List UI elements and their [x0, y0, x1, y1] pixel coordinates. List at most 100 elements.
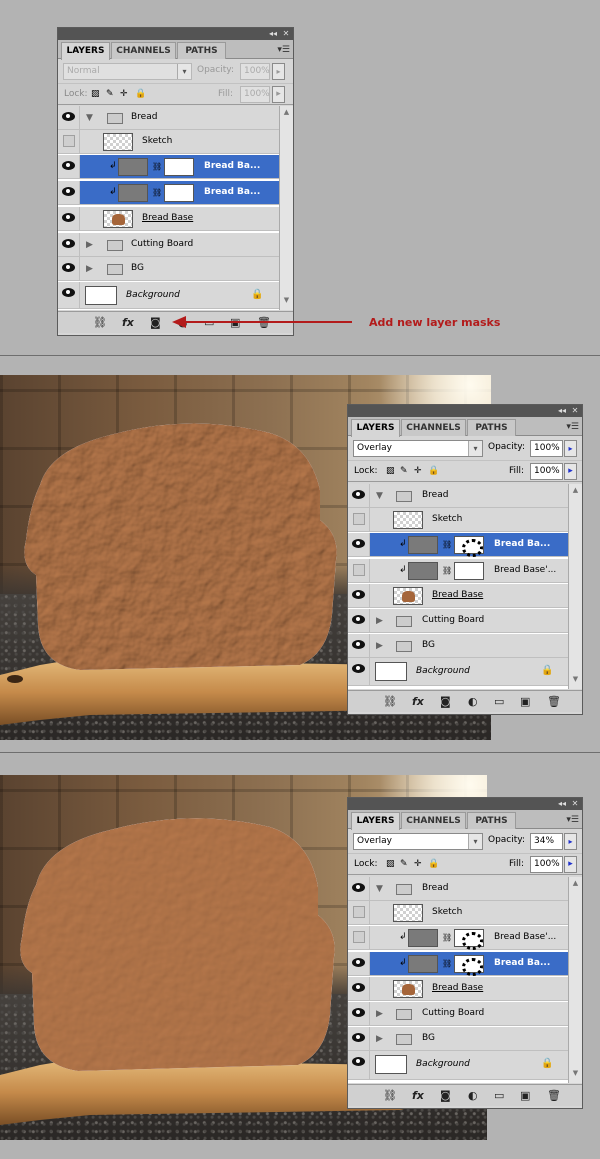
visibility-toggle[interactable]: [58, 130, 80, 153]
scrollbar[interactable]: ▲ ▼: [568, 877, 582, 1083]
visibility-toggle[interactable]: [58, 155, 80, 178]
chain-link-icon[interactable]: ⛓: [152, 162, 162, 171]
visibility-toggle[interactable]: [348, 1051, 370, 1079]
layer-row-selected[interactable]: ↲ ⛓ Bread Ba...: [58, 181, 279, 205]
layer-row[interactable]: Background 🔒: [58, 282, 279, 309]
trash-icon[interactable]: 🗑: [257, 316, 271, 329]
visibility-toggle[interactable]: [348, 609, 370, 632]
fx-icon[interactable]: fx: [122, 316, 134, 329]
expand-triangle-icon[interactable]: ▶: [376, 641, 383, 651]
fill-slider-button[interactable]: ▸: [564, 463, 577, 480]
lock-all-icon[interactable]: 🔒: [428, 859, 439, 869]
layer-row[interactable]: ▶ Cutting Board: [58, 233, 279, 257]
layer-mask-thumbnail[interactable]: [454, 955, 484, 976]
chain-link-icon[interactable]: ⛓: [442, 566, 452, 575]
close-icon[interactable]: ✕: [569, 405, 581, 417]
expand-triangle-icon[interactable]: ▶: [86, 264, 93, 274]
fill-field[interactable]: 100%: [530, 856, 563, 873]
expand-triangle-icon[interactable]: ▼: [376, 884, 383, 894]
visibility-toggle[interactable]: [348, 1027, 370, 1050]
fill-field[interactable]: 100%: [530, 463, 563, 480]
lock-move-icon[interactable]: ✛: [414, 466, 422, 476]
visibility-toggle[interactable]: [348, 977, 370, 1000]
folder-icon[interactable]: ▭: [494, 695, 504, 708]
layer-row[interactable]: Sketch: [348, 508, 568, 532]
fill-slider-button[interactable]: ▸: [272, 86, 285, 103]
expand-triangle-icon[interactable]: ▶: [86, 240, 93, 250]
opacity-slider-button[interactable]: ▸: [564, 833, 577, 850]
layer-row[interactable]: ▼ Bread: [348, 877, 568, 901]
opacity-slider-button[interactable]: ▸: [564, 440, 577, 457]
lock-move-icon[interactable]: ✛: [120, 89, 128, 99]
close-icon[interactable]: ✕: [569, 798, 581, 810]
layer-row[interactable]: ↲ ⛓ Bread Base'...: [348, 926, 568, 950]
layer-row[interactable]: ▶ BG: [58, 257, 279, 281]
visibility-toggle[interactable]: [348, 926, 370, 949]
trash-icon[interactable]: 🗑: [547, 695, 561, 708]
panel-menu-icon[interactable]: ▾☰: [566, 422, 579, 432]
visibility-toggle[interactable]: [348, 877, 370, 900]
scrollbar[interactable]: ▲ ▼: [279, 106, 293, 310]
scroll-up-icon[interactable]: ▲: [281, 108, 292, 120]
new-layer-icon[interactable]: ▣: [520, 695, 530, 708]
layer-row[interactable]: ▶ BG: [348, 1027, 568, 1051]
chain-link-icon[interactable]: ⛓: [442, 933, 452, 942]
layer-mask-thumbnail[interactable]: [164, 158, 194, 176]
visibility-toggle[interactable]: [348, 584, 370, 607]
layer-row[interactable]: Sketch: [348, 901, 568, 925]
expand-triangle-icon[interactable]: ▶: [376, 1009, 383, 1019]
layer-row[interactable]: ▼ Bread: [348, 484, 568, 508]
lock-transparent-icon[interactable]: ▨: [91, 89, 100, 99]
visibility-toggle[interactable]: [348, 634, 370, 657]
layer-row-selected[interactable]: ↲ ⛓ Bread Ba...: [348, 952, 568, 976]
folder-icon[interactable]: ▭: [494, 1089, 504, 1102]
visibility-toggle[interactable]: [348, 508, 370, 531]
fx-icon[interactable]: fx: [412, 695, 424, 708]
tab-channels[interactable]: CHANNELS: [401, 419, 466, 436]
scroll-down-icon[interactable]: ▼: [570, 675, 581, 687]
layer-row[interactable]: Bread Base: [348, 977, 568, 1001]
collapse-icon[interactable]: ◂◂: [267, 28, 279, 40]
layer-row[interactable]: Background 🔒: [348, 1051, 568, 1080]
scroll-down-icon[interactable]: ▼: [281, 296, 292, 308]
adjustment-icon[interactable]: ◐: [468, 695, 478, 708]
lock-all-icon[interactable]: 🔒: [428, 466, 439, 476]
adjustment-icon[interactable]: ◐: [178, 316, 188, 329]
fill-field[interactable]: 100%: [240, 86, 270, 103]
lock-brush-icon[interactable]: ✎: [400, 859, 408, 869]
close-icon[interactable]: ✕: [280, 28, 292, 40]
layer-row[interactable]: Sketch: [58, 130, 279, 154]
layer-mask-thumbnail[interactable]: [454, 562, 484, 580]
layer-row[interactable]: ↲ ⛓ Bread Base'...: [348, 559, 568, 583]
visibility-toggle[interactable]: [58, 207, 80, 230]
tab-paths[interactable]: PATHS: [177, 42, 226, 59]
adjustment-icon[interactable]: ◐: [468, 1089, 478, 1102]
blend-mode-select[interactable]: Overlay ▾: [353, 440, 483, 457]
visibility-toggle[interactable]: [348, 1002, 370, 1025]
visibility-toggle[interactable]: [58, 282, 80, 308]
tab-channels[interactable]: CHANNELS: [111, 42, 176, 59]
link-icon[interactable]: ⛓: [383, 1089, 397, 1102]
layer-row[interactable]: Bread Base: [348, 584, 568, 608]
tab-paths[interactable]: PATHS: [467, 812, 516, 829]
expand-triangle-icon[interactable]: ▼: [86, 113, 93, 123]
panel-menu-icon[interactable]: ▾☰: [566, 815, 579, 825]
opacity-field[interactable]: 34%: [530, 833, 563, 850]
layer-row[interactable]: ▼ Bread: [58, 106, 279, 130]
collapse-icon[interactable]: ◂◂: [556, 798, 568, 810]
visibility-toggle[interactable]: [348, 559, 370, 582]
expand-triangle-icon[interactable]: ▶: [376, 1034, 383, 1044]
panel-menu-icon[interactable]: ▾☰: [277, 45, 290, 55]
layer-row[interactable]: Background 🔒: [348, 658, 568, 686]
lock-transparent-icon[interactable]: ▨: [386, 466, 395, 476]
visibility-toggle[interactable]: [348, 533, 370, 556]
layer-mask-thumbnail[interactable]: [454, 536, 484, 557]
fill-slider-button[interactable]: ▸: [564, 856, 577, 873]
layer-row[interactable]: ▶ Cutting Board: [348, 609, 568, 633]
scrollbar[interactable]: ▲ ▼: [568, 484, 582, 689]
scroll-down-icon[interactable]: ▼: [570, 1069, 581, 1081]
visibility-toggle[interactable]: [58, 257, 80, 280]
lock-move-icon[interactable]: ✛: [414, 859, 422, 869]
new-layer-icon[interactable]: ▣: [230, 316, 240, 329]
tab-layers[interactable]: LAYERS: [351, 812, 400, 830]
